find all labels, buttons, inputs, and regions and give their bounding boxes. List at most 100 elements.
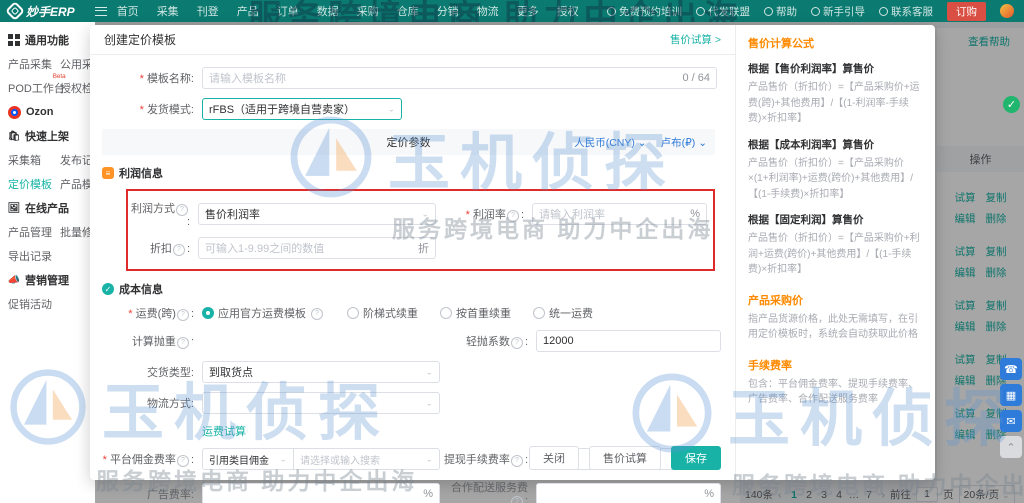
sidebar-item-促销活动[interactable]: 促销活动 [8, 296, 60, 312]
freight-option-0[interactable]: 应用官方运费模板 [202, 305, 325, 321]
nav-item-0[interactable]: 首页 [117, 3, 139, 19]
app-logo[interactable]: 妙手ERP [0, 1, 85, 21]
sidebar-group-3[interactable]: Ozon [0, 100, 95, 124]
currency-rub-select[interactable]: 卢布(₽) [661, 135, 707, 150]
formula-help-panel: 售价计算公式 根据【售价利润率】算售价 产品售价（折扣价）=【产品采购价+运费(跨… [735, 25, 935, 480]
feedback-icon[interactable]: ✉ [1000, 410, 1022, 432]
commission-search-select[interactable]: 请选择或输入搜索 ⌄ [294, 448, 440, 470]
topbar-right-label-1: 代发联盟 [708, 5, 750, 18]
info-icon [510, 454, 525, 466]
profit-mode-label: 利润方式: [128, 200, 198, 228]
bag-icon: 🛍 [7, 130, 21, 142]
user-avatar[interactable] [1000, 4, 1014, 18]
nav-item-11[interactable]: 授权 [557, 3, 579, 19]
nav-item-7[interactable]: 仓库 [397, 3, 419, 19]
freight-option-1[interactable]: 阶梯式续重 [347, 305, 418, 321]
menu-icon[interactable] [94, 6, 107, 16]
sidebar-item-产品管理[interactable]: 产品管理 [8, 224, 60, 240]
sidebar-group-label: Ozon [26, 106, 54, 118]
nav-item-10[interactable]: 更多 [517, 3, 539, 19]
sidebar-item-POD工作台[interactable]: POD工作台 Beta [8, 73, 65, 96]
sidebar-group-label: 通用功能 [25, 35, 69, 47]
nav-item-1[interactable]: 采集 [157, 3, 179, 19]
topbar-right-item-3[interactable]: 新手引导 [811, 4, 865, 19]
freight-trial-link[interactable]: 运费试算 [202, 423, 246, 439]
sidebar-group-7[interactable]: 🖼 在线产品 [0, 196, 95, 220]
order-button[interactable]: 订购 [947, 1, 986, 21]
topbar-right-icon-4 [879, 6, 888, 16]
sidebar-group-label: 快速上架 [25, 131, 69, 143]
sidebar-row-8: 产品管理批量修改 [0, 220, 95, 244]
nav-item-5[interactable]: 数据 [317, 3, 339, 19]
radio-label: 按首重续重 [456, 308, 511, 320]
topbar-right-icon-2 [764, 6, 773, 16]
sidebar-row-1: 产品采集公用采集 [0, 52, 95, 76]
sidebar-group-0[interactable]: 通用功能 [0, 28, 95, 52]
sidebar-group-4[interactable]: 🛍 快速上架 [0, 124, 95, 148]
nav-item-2[interactable]: 刊登 [197, 3, 219, 19]
light-factor-label: 轻抛系数: [440, 333, 536, 349]
modal-title: 创建定价模板 [104, 33, 177, 47]
freight-option-2[interactable]: 按首重续重 [440, 305, 511, 321]
currency-cny-select[interactable]: 人民币(CNY) [574, 135, 646, 150]
ad-rate-input[interactable]: % [202, 482, 440, 503]
info-icon [176, 336, 191, 348]
topbar-right-item-4[interactable]: 联系客服 [879, 4, 933, 19]
template-name-input[interactable]: 请输入模板名称 0 / 64 [202, 67, 717, 89]
nav-item-8[interactable]: 分销 [437, 3, 459, 19]
topbar-right-item-0[interactable]: 免费预约培训 [607, 4, 682, 19]
sidebar-item-采集箱[interactable]: 采集箱 [8, 152, 60, 168]
nav-item-9[interactable]: 物流 [477, 3, 499, 19]
chevron-down-icon: ⌄ [387, 104, 395, 113]
miaoshou-logo-icon [5, 1, 25, 21]
profit-section-icon: ≡ [102, 167, 114, 179]
sidebar-item-定价模板[interactable]: 定价模板 [8, 176, 60, 192]
back-to-top-icon[interactable]: ⌃ [1000, 436, 1022, 458]
formula-body-2: 产品售价（折扣价）=【产品采购价+利润+运费(跨价)+其他费用】/【(1-手续费… [748, 233, 920, 275]
nav-item-3[interactable]: 产品 [237, 3, 259, 19]
sidebar-item-导出记录[interactable]: 导出记录 [8, 248, 60, 264]
sidebar-row-6: 定价模板产品模板 [0, 172, 95, 196]
delivery-type-select[interactable]: 到取货点 ⌄ [202, 361, 440, 383]
topbar-right-label-4: 联系客服 [891, 5, 933, 18]
ad-rate-label: 广告费率: [146, 488, 194, 501]
nav-item-6[interactable]: 采购 [357, 3, 379, 19]
coop-fee-input[interactable]: % [536, 482, 721, 503]
formula-body-0: 产品售价（折扣价）=【产品采购价+运费(跨)+其他费用】/【(1-利润率-手续费… [748, 82, 920, 124]
profit-section-header: ≡ 利润信息 [102, 165, 725, 181]
save-button[interactable]: 保存 [671, 446, 721, 470]
cost-section-header: ✓ 成本信息 [102, 281, 725, 297]
calc-throw-label: 计算抛重: [90, 333, 202, 349]
discount-input[interactable]: 可输入1-9.99之间的数值 折 [198, 237, 436, 259]
formula-heading-2: 根据【固定利润】算售价 [748, 214, 864, 226]
status-check-float[interactable]: ✓ [1003, 96, 1020, 113]
discount-label: 折扣: [128, 240, 198, 256]
price-trial-button[interactable]: 售价试算 [589, 446, 661, 470]
customer-service-icon[interactable]: ☎ [1000, 358, 1022, 380]
profit-rate-input[interactable]: 请输入利润率 % [532, 203, 707, 225]
radio-icon [533, 307, 545, 319]
topbar-right-item-2[interactable]: 帮助 [764, 4, 797, 19]
floating-toolbar: ☎ ▦ ✉ ⌃ [1000, 358, 1022, 458]
sidebar-item-产品采集[interactable]: 产品采集 [8, 56, 60, 72]
nav-item-4[interactable]: 订单 [277, 3, 299, 19]
logistics-select[interactable]: ⌄ [202, 392, 440, 414]
profit-mode-select[interactable]: 售价利润率 ⌄ [198, 203, 436, 225]
ship-mode-select[interactable]: rFBS（适用于跨境自营卖家） ⌄ [202, 98, 402, 120]
commission-label: 平台佣金费率: [90, 451, 202, 467]
topbar-nav: 首页 采集 刊登 产品 订单 数据 采购 仓库 分销 物流 更多 授权 [117, 3, 579, 19]
freight-option-3[interactable]: 统一运费 [533, 305, 593, 321]
close-button[interactable]: 关闭 [529, 446, 579, 470]
topbar-right-icon-3 [811, 6, 820, 16]
light-factor-input[interactable]: 12000 [536, 330, 721, 352]
template-name-label: 模板名称: [90, 70, 202, 86]
char-counter: 0 / 64 [682, 72, 710, 84]
sidebar-group-10[interactable]: 📣 营销管理 [0, 268, 95, 292]
megaphone-icon: 📣 [7, 274, 21, 286]
qr-code-icon[interactable]: ▦ [1000, 384, 1022, 406]
price-trial-link[interactable]: 售价试算 > [670, 32, 721, 47]
radio-icon [347, 307, 359, 319]
topbar-right-item-1[interactable]: 代发联盟 [696, 4, 750, 19]
info-icon [506, 209, 521, 221]
commission-mode-select[interactable]: 引用类目佣金 ⌄ [202, 448, 294, 470]
